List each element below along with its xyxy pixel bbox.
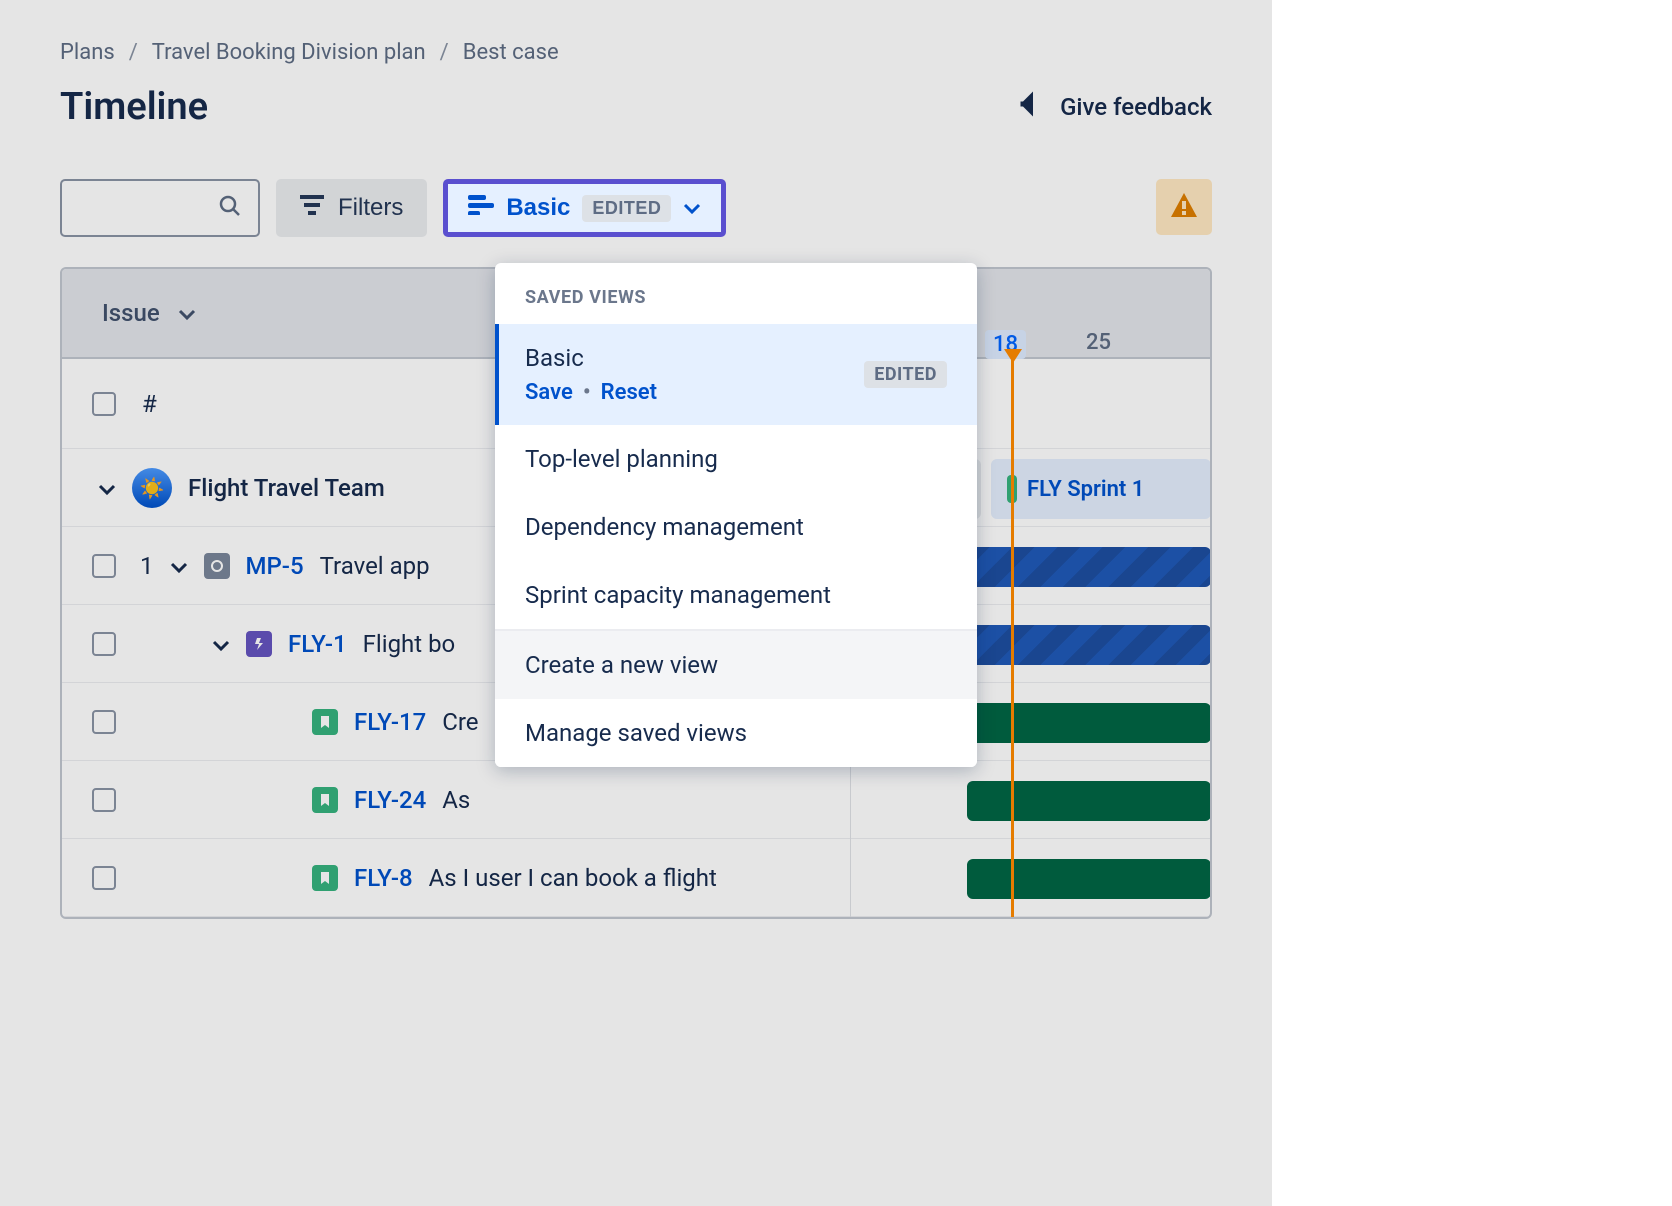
saved-views-dropdown: SAVED VIEWS Basic Save • Reset EDITED To…: [495, 263, 977, 767]
story-icon: [312, 865, 338, 891]
chevron-down-icon[interactable]: [170, 552, 188, 580]
issue-title: Flight bo: [363, 630, 456, 658]
gantt-bar[interactable]: [967, 859, 1211, 899]
story-icon: [312, 787, 338, 813]
row-checkbox[interactable]: [92, 554, 116, 578]
manage-views-item[interactable]: Manage saved views: [495, 699, 977, 767]
row-checkbox[interactable]: [92, 866, 116, 890]
breadcrumb: Plans / Travel Booking Division plan / B…: [60, 40, 1212, 65]
chevron-down-icon: [683, 194, 701, 222]
gantt-bar[interactable]: [967, 625, 1211, 665]
page-title: Timeline: [60, 85, 208, 129]
issue-key[interactable]: FLY-1: [288, 630, 347, 658]
row-checkbox[interactable]: [92, 710, 116, 734]
issue-title: As: [442, 786, 470, 814]
give-feedback-button[interactable]: Give feedback: [1018, 89, 1212, 125]
warning-button[interactable]: [1156, 179, 1212, 235]
row-checkbox[interactable]: [92, 632, 116, 656]
today-marker: [1004, 349, 1022, 363]
filter-icon: [300, 194, 324, 222]
chevron-down-icon[interactable]: [98, 474, 116, 502]
row-number: 1: [140, 552, 154, 580]
give-feedback-label: Give feedback: [1060, 93, 1212, 121]
filters-label: Filters: [338, 194, 403, 222]
search-input[interactable]: [60, 179, 260, 237]
edited-badge: EDITED: [864, 361, 947, 388]
sprint-pill[interactable]: FLY Sprint 1: [991, 459, 1211, 519]
chevron-down-icon[interactable]: [212, 630, 230, 658]
issue-key[interactable]: MP-5: [246, 552, 304, 580]
chevron-down-icon: [178, 299, 196, 327]
view-icon: [468, 194, 494, 222]
issue-key[interactable]: FLY-8: [354, 864, 413, 892]
create-view-item[interactable]: Create a new view: [495, 631, 977, 699]
today-line: [1011, 359, 1014, 917]
issue-title: As I user I can book a flight: [429, 864, 717, 892]
separator: •: [583, 380, 591, 405]
story-icon: [312, 709, 338, 735]
epic-icon: [246, 631, 272, 657]
view-label: Basic: [506, 194, 570, 222]
team-name: Flight Travel Team: [188, 474, 385, 502]
issue-title: Cre: [442, 708, 478, 736]
dropdown-item[interactable]: Sprint capacity management: [495, 561, 977, 629]
save-link[interactable]: Save: [525, 380, 573, 405]
edited-badge: EDITED: [582, 195, 671, 222]
breadcrumb-plan[interactable]: Travel Booking Division plan: [152, 40, 426, 65]
issue-key[interactable]: FLY-17: [354, 708, 426, 736]
megaphone-icon: [1018, 89, 1048, 125]
view-selector-button[interactable]: Basic EDITED: [443, 179, 726, 237]
initiative-icon: [204, 553, 230, 579]
issue-title: Travel app: [320, 552, 430, 580]
sprint-label: FLY Sprint 1: [1027, 477, 1144, 502]
row-checkbox[interactable]: [92, 788, 116, 812]
breadcrumb-plans[interactable]: Plans: [60, 40, 115, 65]
dropdown-item[interactable]: Dependency management: [495, 493, 977, 561]
warning-icon: [1169, 191, 1199, 223]
breadcrumb-separator: /: [440, 40, 449, 65]
dropdown-item[interactable]: Top-level planning: [495, 425, 977, 493]
view-name: Basic: [525, 344, 657, 372]
issue-column-header[interactable]: Issue: [102, 299, 160, 327]
gantt-bar[interactable]: [967, 781, 1211, 821]
dropdown-header: SAVED VIEWS: [495, 263, 977, 324]
reset-link[interactable]: Reset: [601, 380, 657, 405]
search-icon: [218, 194, 242, 222]
hash-column: #: [142, 390, 157, 418]
filters-button[interactable]: Filters: [276, 179, 427, 237]
breadcrumb-separator: /: [129, 40, 138, 65]
gantt-bar[interactable]: [967, 547, 1211, 587]
issue-key[interactable]: FLY-24: [354, 786, 426, 814]
dropdown-item-current[interactable]: Basic Save • Reset EDITED: [495, 324, 977, 425]
breadcrumb-scenario[interactable]: Best case: [463, 40, 559, 65]
select-all-checkbox[interactable]: [92, 392, 116, 416]
team-icon: ☀️: [132, 468, 172, 508]
